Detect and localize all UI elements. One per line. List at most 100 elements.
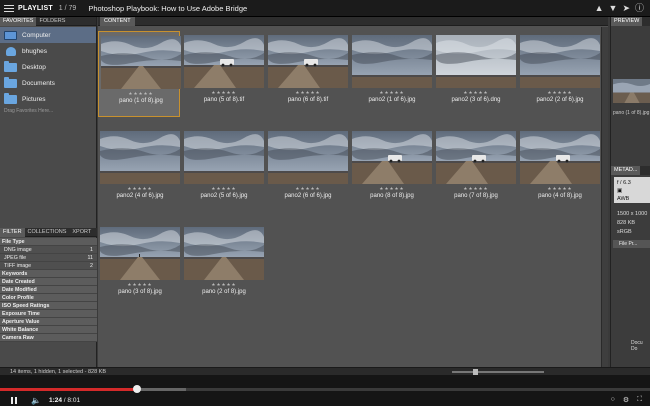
- thumbnail-cell[interactable]: ★★★★★ pano2 (4 of 6).jpg: [98, 127, 180, 213]
- rating-stars[interactable]: ★★★★★: [434, 186, 518, 192]
- rating-stars[interactable]: ★★★★★: [350, 90, 434, 96]
- thumbnail-image[interactable]: [101, 36, 181, 89]
- filter-row[interactable]: Camera Raw: [0, 334, 97, 342]
- filter-row[interactable]: ISO Speed Ratings: [0, 302, 97, 310]
- thumbnail-cell[interactable]: ★★★★★ pano (6 of 8).tif: [266, 31, 348, 117]
- favorite-bhughes[interactable]: bhughes: [0, 43, 96, 59]
- thumbnail-cell[interactable]: ★★★★★ pano (3 of 8).jpg: [98, 223, 180, 309]
- share-icon[interactable]: ➤: [622, 3, 630, 13]
- video-scrubber-handle[interactable]: [132, 385, 141, 393]
- thumbnail-image[interactable]: [352, 35, 432, 88]
- thumbnail-cell[interactable]: ★★★★★ pano2 (5 of 6).jpg: [182, 127, 264, 213]
- thumbs-up-icon[interactable]: ▲: [595, 3, 604, 13]
- thumbnail-image[interactable]: [268, 35, 348, 88]
- thumbnail-filename: pano (2 of 8).jpg: [202, 289, 246, 295]
- white-balance-value: AWB: [617, 196, 630, 202]
- filter-row[interactable]: Exposure Time: [0, 310, 97, 318]
- thumbnail-cell[interactable]: ★★★★★ pano2 (2 of 6).jpg: [518, 31, 600, 117]
- content-scrollbar[interactable]: [601, 27, 608, 367]
- filter-label: Color Profile: [2, 295, 34, 301]
- thumbnail-image[interactable]: [520, 131, 600, 184]
- tab-folders[interactable]: FOLDERS: [36, 17, 68, 26]
- thumbnail-image[interactable]: [184, 35, 264, 88]
- favorite-desktop[interactable]: Desktop: [0, 59, 96, 75]
- info-icon[interactable]: ⓘ: [635, 3, 644, 13]
- file-properties-header[interactable]: File Pr...: [613, 240, 650, 248]
- pause-icon[interactable]: [11, 396, 17, 404]
- playlist-label[interactable]: PLAYLIST: [18, 5, 53, 12]
- rating-stars[interactable]: ★★★★★: [350, 186, 434, 192]
- drag-favorites-hint: Drag Favorites Here...: [4, 108, 54, 114]
- filter-row[interactable]: White Balance: [0, 326, 97, 334]
- thumbnail-size-slider[interactable]: [452, 371, 544, 373]
- preview-image[interactable]: [613, 79, 650, 103]
- tab-export[interactable]: XPORT: [69, 228, 94, 237]
- rating-stars[interactable]: ★★★★★: [182, 186, 266, 192]
- rating-stars[interactable]: ★★★★★: [266, 186, 350, 192]
- thumbnail-image[interactable]: [100, 227, 180, 280]
- thumbnail-image[interactable]: [268, 131, 348, 184]
- tab-filter[interactable]: FILTER: [0, 227, 25, 237]
- filter-row[interactable]: Date Modified: [0, 286, 97, 294]
- rating-stars[interactable]: ★★★★★: [99, 91, 183, 97]
- thumbnail-cell[interactable]: ★★★★★ pano2 (1 of 6).jpg: [350, 31, 432, 117]
- tab-metadata[interactable]: METAD...: [611, 166, 641, 175]
- thumbnail-image[interactable]: [100, 131, 180, 184]
- colorspace-value: sRGB: [617, 229, 632, 235]
- filesize-value: 828 KB: [617, 220, 636, 226]
- thumbnail-cell[interactable]: ★★★★★ pano2 (3 of 6).dng: [434, 31, 516, 117]
- captions-icon[interactable]: ○: [611, 396, 615, 404]
- filter-row[interactable]: TIFF image 2: [0, 262, 97, 270]
- rating-stars[interactable]: ★★★★★: [518, 186, 602, 192]
- fullscreen-icon[interactable]: ⛶: [637, 396, 642, 404]
- metadata-lines: 1500 x 1000 828 KB sRGB: [617, 210, 647, 237]
- filter-row[interactable]: DNG image 1: [0, 246, 97, 254]
- thumbnail-cell[interactable]: ★★★★★ pano (2 of 8).jpg: [182, 223, 264, 309]
- filter-row[interactable]: Date Created: [0, 278, 97, 286]
- rating-stars[interactable]: ★★★★★: [182, 282, 266, 288]
- filter-label: DNG image: [4, 247, 32, 253]
- thumbnail-cell[interactable]: ★★★★★ pano (4 of 8).jpg: [518, 127, 600, 213]
- filter-row[interactable]: JPEG file 11: [0, 254, 97, 262]
- thumbnail-cell[interactable]: ★★★★★ pano2 (6 of 6).jpg: [266, 127, 348, 213]
- tab-preview[interactable]: PREVIEW: [611, 17, 643, 26]
- thumbs-down-icon[interactable]: ▼: [609, 3, 618, 13]
- rating-stars[interactable]: ★★★★★: [518, 90, 602, 96]
- filter-label: TIFF image: [4, 263, 32, 269]
- favorite-label: Desktop: [22, 63, 46, 71]
- thumbnail-cell[interactable]: ★★★★★ pano (7 of 8).jpg: [434, 127, 516, 213]
- filter-label: Keywords: [2, 271, 28, 277]
- tab-favorites[interactable]: FAVORITES: [0, 16, 37, 26]
- favorite-computer[interactable]: Computer: [0, 27, 96, 43]
- filter-row[interactable]: Aperture Value: [0, 318, 97, 326]
- thumbnail-image[interactable]: [184, 131, 264, 184]
- volume-icon[interactable]: 🔈: [31, 396, 41, 405]
- rating-stars[interactable]: ★★★★★: [182, 90, 266, 96]
- favorite-pictures[interactable]: Pictures: [0, 91, 96, 107]
- video-title[interactable]: Photoshop Playbook: How to Use Adobe Bri…: [88, 4, 247, 13]
- filter-row[interactable]: Keywords: [0, 270, 97, 278]
- tab-collections[interactable]: COLLECTIONS: [25, 228, 70, 237]
- thumbnail-image[interactable]: [436, 35, 516, 88]
- thumbnail-cell[interactable]: ★★★★★ pano (8 of 8).jpg: [350, 127, 432, 213]
- thumbnail-image[interactable]: [436, 131, 516, 184]
- filter-row[interactable]: Color Profile: [0, 294, 97, 302]
- video-time: 1:24 / 8:01: [48, 396, 81, 404]
- rating-stars[interactable]: ★★★★★: [266, 90, 350, 96]
- thumbnail-image[interactable]: [184, 227, 264, 280]
- favorite-documents[interactable]: Documents: [0, 75, 96, 91]
- tab-content[interactable]: CONTENT: [100, 17, 135, 26]
- thumbnail-image[interactable]: [352, 131, 432, 184]
- thumbnail-cell[interactable]: ★★★★★ pano (1 of 8).jpg: [98, 31, 183, 117]
- filter-row[interactable]: File Type: [0, 238, 97, 246]
- thumbnail-filename: pano (8 of 8).jpg: [370, 193, 414, 199]
- thumbnail-cell[interactable]: ★★★★★ pano (5 of 8).tif: [182, 31, 264, 117]
- settings-icon[interactable]: ⚙: [623, 396, 629, 404]
- rating-stars[interactable]: ★★★★★: [98, 282, 182, 288]
- rating-stars[interactable]: ★★★★★: [98, 186, 182, 192]
- playlist-menu-icon[interactable]: [4, 4, 14, 12]
- thumbnail-image[interactable]: [520, 35, 600, 88]
- filter-label: File Type: [2, 239, 25, 245]
- rating-stars[interactable]: ★★★★★: [434, 90, 518, 96]
- folder-icon: [4, 76, 17, 88]
